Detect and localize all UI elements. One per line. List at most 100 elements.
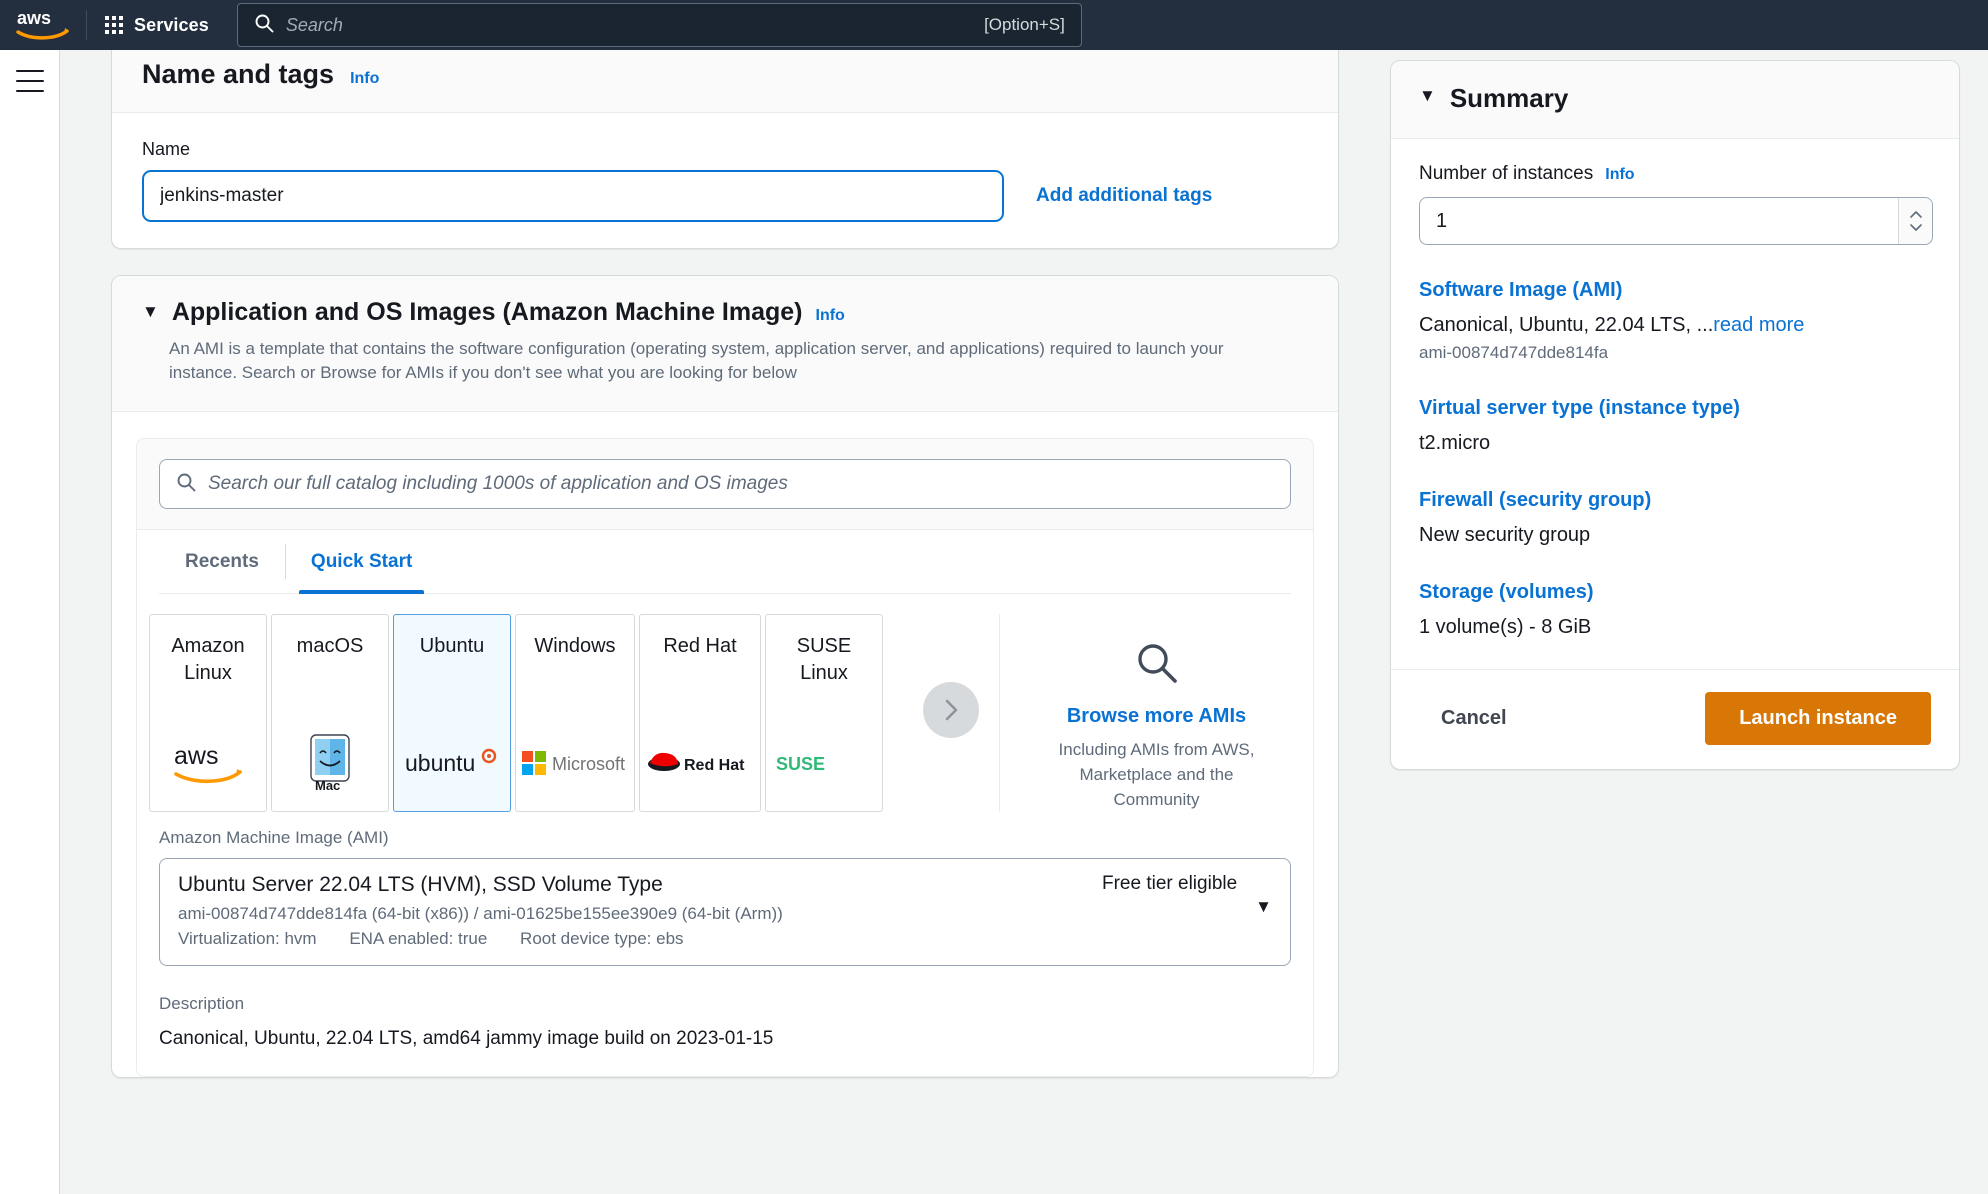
- ami-section-header: ▼ Application and OS Images (Amazon Mach…: [112, 276, 1338, 412]
- ami-tabs: Recents Quick Start: [159, 530, 1291, 594]
- application-os-images-card: ▼ Application and OS Images (Amazon Mach…: [111, 275, 1339, 1078]
- services-menu-button[interactable]: Services: [87, 0, 227, 50]
- tab-quick-start[interactable]: Quick Start: [285, 530, 438, 593]
- summary-panel: ▼ Summary Number of instances Info: [1390, 50, 1988, 1194]
- name-and-tags-header: Name and tags Info: [112, 50, 1338, 113]
- ami-section-title: Application and OS Images (Amazon Machin…: [172, 298, 803, 327]
- ami-section-description: An AMI is a template that contains the s…: [169, 337, 1279, 385]
- global-search-box[interactable]: [Option+S]: [237, 3, 1082, 47]
- catalog-search-input[interactable]: [208, 473, 1274, 495]
- svg-text:SUSE: SUSE: [776, 754, 825, 774]
- services-label: Services: [134, 15, 209, 36]
- os-tile-windows[interactable]: Windows Microsoft: [515, 614, 635, 812]
- read-more-link[interactable]: read more: [1713, 314, 1804, 336]
- number-of-instances-label: Number of instances: [1419, 163, 1593, 185]
- name-input[interactable]: [142, 170, 1004, 222]
- summary-title: Summary: [1450, 83, 1569, 114]
- description-text: Canonical, Ubuntu, 22.04 LTS, amd64 jamm…: [159, 1028, 1291, 1050]
- grid-icon: [105, 16, 123, 34]
- os-tile-label: Red Hat: [663, 633, 736, 660]
- software-image-link[interactable]: Software Image (AMI): [1419, 279, 1931, 302]
- os-tiles-list: Amazon Linux aws macOS: [149, 614, 975, 812]
- left-sidebar: [0, 50, 60, 1194]
- virtual-server-type-link[interactable]: Virtual server type (instance type): [1419, 397, 1931, 420]
- summary-section-software-image: Software Image (AMI) Canonical, Ubuntu, …: [1419, 279, 1931, 363]
- summary-body: Number of instances Info Software Image …: [1391, 139, 1959, 669]
- ami-header-row: ▼ Application and OS Images (Amazon Mach…: [142, 298, 1308, 327]
- storage-link[interactable]: Storage (volumes): [1419, 581, 1931, 604]
- ami-selected-ids: ami-00874d747dde814fa (64-bit (x86)) / a…: [178, 904, 1102, 924]
- svg-text:aws: aws: [174, 742, 218, 770]
- browse-more-amis-subtext: Including AMIs from AWS, Marketplace and…: [1049, 738, 1264, 812]
- svg-text:Mac: Mac: [315, 778, 340, 793]
- os-tiles-carousel: Amazon Linux aws macOS: [137, 594, 1313, 812]
- carousel-next-button[interactable]: [923, 682, 979, 738]
- storage-value: 1 volume(s) - 8 GiB: [1419, 616, 1931, 639]
- name-and-tags-body: Name Add additional tags: [112, 113, 1338, 248]
- os-tile-red-hat[interactable]: Red Hat Red Hat: [639, 614, 761, 812]
- main-content-area: Name and tags Info Name Add additional t…: [60, 50, 1390, 1194]
- chevron-down-icon[interactable]: ▼: [1255, 897, 1272, 917]
- summary-collapse-chevron-icon[interactable]: ▼: [1419, 87, 1436, 104]
- os-tiles-viewport: Amazon Linux aws macOS: [137, 614, 975, 812]
- microsoft-logo-icon: Microsoft: [522, 731, 628, 795]
- tab-recents[interactable]: Recents: [159, 530, 285, 593]
- ubuntu-logo-icon: ubuntu: [405, 731, 499, 795]
- add-additional-tags-link[interactable]: Add additional tags: [1036, 185, 1212, 207]
- firewall-link[interactable]: Firewall (security group): [1419, 489, 1931, 512]
- quantity-stepper[interactable]: [1898, 198, 1932, 244]
- global-search-input[interactable]: [286, 15, 984, 36]
- search-shortcut-hint: [Option+S]: [984, 15, 1065, 35]
- search-icon: [254, 13, 274, 38]
- ami-meta-virtualization: Virtualization: hvm: [178, 929, 317, 948]
- ami-select-wrapper: Amazon Machine Image (AMI) Ubuntu Server…: [137, 812, 1313, 966]
- summary-section-instance-type: Virtual server type (instance type) t2.m…: [1419, 397, 1931, 455]
- os-tile-amazon-linux[interactable]: Amazon Linux aws: [149, 614, 267, 812]
- firewall-value: New security group: [1419, 524, 1931, 547]
- number-of-instances-field[interactable]: [1419, 197, 1933, 245]
- cancel-button[interactable]: Cancel: [1419, 695, 1529, 742]
- ami-description-block: Description Canonical, Ubuntu, 22.04 LTS…: [137, 966, 1313, 1076]
- ami-select-dropdown[interactable]: Ubuntu Server 22.04 LTS (HVM), SSD Volum…: [159, 858, 1291, 966]
- virtual-server-type-value: t2.micro: [1419, 432, 1931, 455]
- os-tile-label: Amazon Linux: [156, 633, 260, 687]
- os-tile-label: SUSE Linux: [772, 633, 876, 687]
- ami-selected-meta: Virtualization: hvm ENA enabled: true Ro…: [178, 929, 1102, 949]
- catalog-search-icon: [176, 472, 196, 497]
- catalog-search-box[interactable]: [159, 459, 1291, 509]
- mac-logo-icon: Mac: [304, 731, 356, 795]
- svg-text:Red Hat: Red Hat: [684, 757, 745, 774]
- os-tile-ubuntu[interactable]: Ubuntu ubuntu: [393, 614, 511, 812]
- os-tile-label: Windows: [534, 633, 615, 660]
- collapse-chevron-icon[interactable]: ▼: [142, 303, 159, 320]
- ami-meta-ena: ENA enabled: true: [349, 929, 487, 948]
- ami-select-label: Amazon Machine Image (AMI): [159, 828, 1291, 848]
- ami-tabs-area: Recents Quick Start: [137, 530, 1313, 594]
- launch-instance-button[interactable]: Launch instance: [1705, 692, 1931, 745]
- ami-selected-name: Ubuntu Server 22.04 LTS (HVM), SSD Volum…: [178, 873, 1102, 897]
- software-image-value: Canonical, Ubuntu, 22.04 LTS, ...read mo…: [1419, 314, 1931, 337]
- os-tile-macos[interactable]: macOS Mac: [271, 614, 389, 812]
- top-navigation-bar: aws Services [Option+S]: [0, 0, 1988, 50]
- os-tile-label: Ubuntu: [420, 633, 485, 660]
- description-label: Description: [159, 994, 1291, 1014]
- software-image-text: Canonical, Ubuntu, 22.04 LTS, ...: [1419, 314, 1713, 336]
- summary-section-storage: Storage (volumes) 1 volume(s) - 8 GiB: [1419, 581, 1931, 639]
- name-field-label: Name: [142, 139, 1308, 160]
- summary-section-firewall: Firewall (security group) New security g…: [1419, 489, 1931, 547]
- instances-label-row: Number of instances Info: [1419, 163, 1931, 185]
- os-tile-suse-linux[interactable]: SUSE Linux SUSE: [765, 614, 883, 812]
- ami-meta-root-device: Root device type: ebs: [520, 929, 683, 948]
- name-and-tags-info-link[interactable]: Info: [350, 70, 379, 88]
- name-and-tags-card: Name and tags Info Name Add additional t…: [111, 50, 1339, 249]
- ami-info-link[interactable]: Info: [816, 307, 845, 325]
- page-title: Name and tags: [142, 59, 334, 90]
- number-of-instances-input[interactable]: [1420, 210, 1898, 233]
- sidebar-toggle-icon[interactable]: [16, 70, 44, 92]
- instances-info-link[interactable]: Info: [1605, 166, 1634, 184]
- browse-search-icon: [1134, 640, 1180, 691]
- ami-picker-panel: Recents Quick Start Amazon Linux aws: [136, 438, 1314, 1077]
- suse-logo-icon: SUSE: [776, 731, 872, 795]
- browse-more-amis-link[interactable]: Browse more AMIs: [1067, 705, 1246, 728]
- aws-logo[interactable]: aws: [0, 0, 86, 50]
